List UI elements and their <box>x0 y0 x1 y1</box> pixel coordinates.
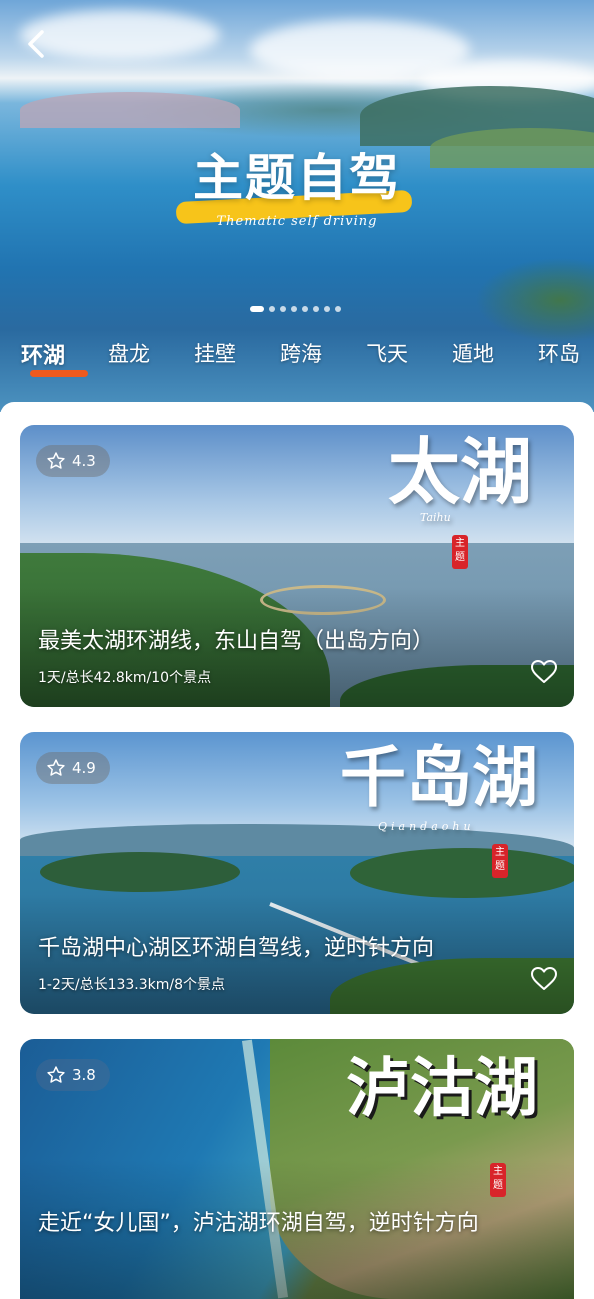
brush-title: 千岛湖 <box>340 738 560 816</box>
carousel-indicator <box>250 306 341 312</box>
brush-title: 太湖 <box>388 429 548 514</box>
brush-pinyin: Taihu <box>420 511 451 524</box>
theme-seal: 主题 <box>492 844 508 878</box>
star-icon <box>47 452 65 469</box>
tab-huandao[interactable]: 环岛 <box>516 334 594 378</box>
page-subtitle: Thematic self driving <box>216 214 378 229</box>
tab-feitian[interactable]: 飞天 <box>344 334 430 378</box>
route-card[interactable]: 3.8 泸沽湖 主题 走近“女儿国”，泸沽湖环湖自驾，逆时针方向 <box>20 1039 574 1299</box>
route-meta: 1天/总长42.8km/10个景点 <box>38 670 212 686</box>
star-icon <box>47 1066 65 1083</box>
tab-kuahai[interactable]: 跨海 <box>258 334 344 378</box>
route-title: 走近“女儿国”，泸沽湖环湖自驾，逆时针方向 <box>38 1211 479 1236</box>
route-card[interactable]: 4.9 千岛湖 Qiandaohu 主题 千岛湖中心湖区环湖自驾线，逆时针方向 … <box>20 732 574 1014</box>
carousel-dot <box>313 306 319 312</box>
tab-dundi[interactable]: 遁地 <box>430 334 516 378</box>
carousel-dot <box>335 306 341 312</box>
brush-title: 泸沽湖 <box>346 1051 566 1126</box>
back-button[interactable] <box>22 26 52 62</box>
mountain <box>20 92 240 128</box>
favorite-button[interactable] <box>530 659 558 685</box>
seal-text: 主题 <box>493 1166 503 1191</box>
favorite-button[interactable] <box>530 966 558 992</box>
card-island <box>350 848 574 898</box>
brush-pinyin: Qiandaohu <box>378 820 475 833</box>
brush-title-text: 太湖 <box>388 429 533 514</box>
chevron-left-icon <box>28 30 44 58</box>
route-card[interactable]: 4.3 太湖 Taihu 主题 最美太湖环湖线，东山自驾（出岛方向） 1天/总长… <box>20 425 574 707</box>
carousel-dot <box>269 306 275 312</box>
card-island <box>40 852 240 892</box>
carousel-dot <box>291 306 297 312</box>
theme-seal: 主题 <box>452 535 468 569</box>
heart-outline-icon <box>531 967 557 990</box>
tab-guabi[interactable]: 挂壁 <box>172 334 258 378</box>
star-icon <box>47 759 65 776</box>
rating-value: 4.3 <box>72 452 96 470</box>
route-title: 最美太湖环湖线，东山自驾（出岛方向） <box>38 629 435 654</box>
carousel-dot <box>324 306 330 312</box>
route-title: 千岛湖中心湖区环湖自驾线，逆时针方向 <box>38 936 435 961</box>
rating-badge: 3.8 <box>36 1059 110 1091</box>
seal-text: 主题 <box>455 538 465 563</box>
carousel-dot <box>302 306 308 312</box>
route-meta: 1-2天/总长133.3km/8个景点 <box>38 977 226 993</box>
heart-outline-icon <box>531 660 557 683</box>
brush-title-text: 泸沽湖 <box>346 1051 538 1126</box>
brush-title-text: 千岛湖 <box>340 738 538 816</box>
page-title: 主题自驾 <box>193 149 401 207</box>
tab-panlong[interactable]: 盘龙 <box>86 334 172 378</box>
seal-text: 主题 <box>495 847 505 872</box>
rating-value: 3.8 <box>72 1066 96 1084</box>
rating-badge: 4.3 <box>36 445 110 477</box>
route-list: 4.3 太湖 Taihu 主题 最美太湖环湖线，东山自驾（出岛方向） 1天/总长… <box>0 402 594 1299</box>
active-tab-indicator <box>30 370 88 377</box>
carousel-dot <box>280 306 286 312</box>
rating-badge: 4.9 <box>36 752 110 784</box>
rating-value: 4.9 <box>72 759 96 777</box>
theme-seal: 主题 <box>490 1163 506 1197</box>
carousel-dot-active <box>250 306 264 312</box>
hero-banner[interactable]: 主题自驾 Thematic self driving 环湖 盘龙 挂壁 跨海 飞… <box>0 0 594 412</box>
theme-tabs: 环湖 盘龙 挂壁 跨海 飞天 遁地 环岛 <box>0 334 594 378</box>
